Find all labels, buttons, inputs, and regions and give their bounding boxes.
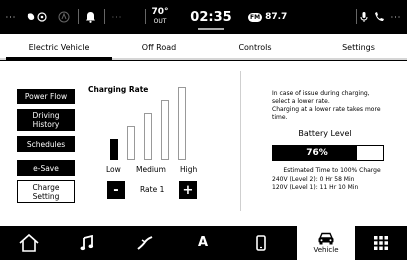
status-bar: ··· ··· 70° OUT 02:35 FM 87.7 ··· bbox=[0, 0, 407, 34]
climate-icon[interactable] bbox=[24, 0, 54, 34]
tab-electric-vehicle[interactable]: Electric Vehicle bbox=[0, 34, 118, 60]
panel-divider bbox=[240, 71, 241, 211]
temperature-unit: OUT bbox=[153, 18, 167, 25]
charging-rate-bar[interactable] bbox=[110, 139, 118, 160]
menu-e-save[interactable]: e-Save bbox=[17, 160, 75, 176]
radio-frequency: 87.7 bbox=[265, 12, 288, 22]
apps-letter-button[interactable]: A bbox=[174, 226, 232, 260]
overflow-dots-icon[interactable]: ··· bbox=[388, 0, 404, 34]
menu-driving-history[interactable]: Driving History bbox=[17, 109, 75, 131]
charge-setting-panel: Power Flow Driving History Schedules e-S… bbox=[0, 61, 407, 226]
vehicle-button[interactable]: Vehicle bbox=[297, 226, 355, 260]
charging-rate-bar[interactable] bbox=[178, 87, 186, 160]
bottom-nav: A Vehicle bbox=[0, 226, 407, 260]
rate-value: Rate 1 bbox=[140, 185, 165, 194]
menu-schedules[interactable]: Schedules bbox=[17, 136, 75, 152]
status-separator bbox=[78, 9, 79, 24]
menu-power-flow[interactable]: Power Flow bbox=[17, 89, 75, 104]
status-separator bbox=[356, 9, 357, 24]
vehicle-icon bbox=[318, 232, 334, 245]
microphone-icon[interactable] bbox=[358, 0, 370, 34]
tab-controls[interactable]: Controls bbox=[200, 34, 310, 60]
battery-level-bar: 76% bbox=[272, 145, 384, 161]
estimated-time-title: Estimated Time to 100% Charge bbox=[283, 167, 381, 174]
level-high-label: High bbox=[180, 165, 198, 174]
tab-bar: Electric Vehicle Off Road Controls Setti… bbox=[0, 34, 407, 60]
phone-button[interactable] bbox=[232, 226, 290, 260]
phone-signal-icon[interactable] bbox=[372, 0, 386, 34]
increase-rate-button[interactable]: + bbox=[179, 181, 197, 199]
apps-grid-button[interactable] bbox=[355, 226, 407, 260]
battery-level-title: Battery Level bbox=[298, 129, 352, 138]
decrease-rate-button[interactable]: - bbox=[107, 181, 125, 199]
status-separator bbox=[145, 9, 146, 24]
apps-grid-icon bbox=[374, 236, 388, 250]
info-line: time. bbox=[272, 114, 288, 121]
home-icon bbox=[19, 233, 39, 252]
info-line: select a lower rate. bbox=[272, 98, 330, 105]
radio-now-playing[interactable]: FM 87.7 bbox=[248, 0, 298, 34]
charging-rate-bar[interactable] bbox=[144, 113, 152, 160]
clock-underline bbox=[198, 28, 224, 30]
info-line: Charging at a lower rate takes more bbox=[272, 106, 381, 113]
status-separator bbox=[104, 9, 105, 24]
navigation-road-icon bbox=[137, 236, 153, 250]
navigation-button[interactable] bbox=[116, 226, 174, 260]
more-dots-icon[interactable]: ··· bbox=[110, 0, 124, 34]
temperature-value: 70° bbox=[151, 7, 169, 17]
charging-rate-bar[interactable] bbox=[127, 126, 135, 160]
battery-percent: 76% bbox=[306, 148, 328, 158]
tab-settings[interactable]: Settings bbox=[310, 34, 407, 60]
tab-off-road[interactable]: Off Road bbox=[118, 34, 200, 60]
charging-info-text: In case of issue during charging, select… bbox=[272, 90, 392, 122]
info-line: In case of issue during charging, bbox=[272, 90, 370, 97]
seat-heater-icon[interactable] bbox=[56, 0, 72, 34]
media-button[interactable] bbox=[58, 226, 116, 260]
level-medium-label: Medium bbox=[136, 165, 166, 174]
charging-rate-title: Charging Rate bbox=[88, 85, 149, 94]
radio-band-badge: FM bbox=[248, 12, 263, 22]
outside-temperature: 70° OUT bbox=[148, 0, 172, 34]
eta-240v: 240V (Level 2): 0 Hr 58 Min bbox=[272, 176, 355, 183]
charging-rate-bar[interactable] bbox=[161, 100, 169, 160]
menu-dots-icon[interactable]: ··· bbox=[4, 0, 18, 34]
music-note-icon bbox=[80, 235, 94, 251]
level-low-label: Low bbox=[106, 165, 121, 174]
home-button[interactable] bbox=[0, 226, 58, 260]
eta-120v: 120V (Level 1): 11 Hr 10 Min bbox=[272, 184, 359, 191]
vehicle-label: Vehicle bbox=[313, 246, 339, 254]
menu-charge-setting[interactable]: Charge Setting bbox=[17, 180, 75, 203]
phone-icon bbox=[256, 235, 266, 251]
notification-bell-icon[interactable] bbox=[82, 0, 98, 34]
a-letter-icon: A bbox=[197, 235, 209, 250]
